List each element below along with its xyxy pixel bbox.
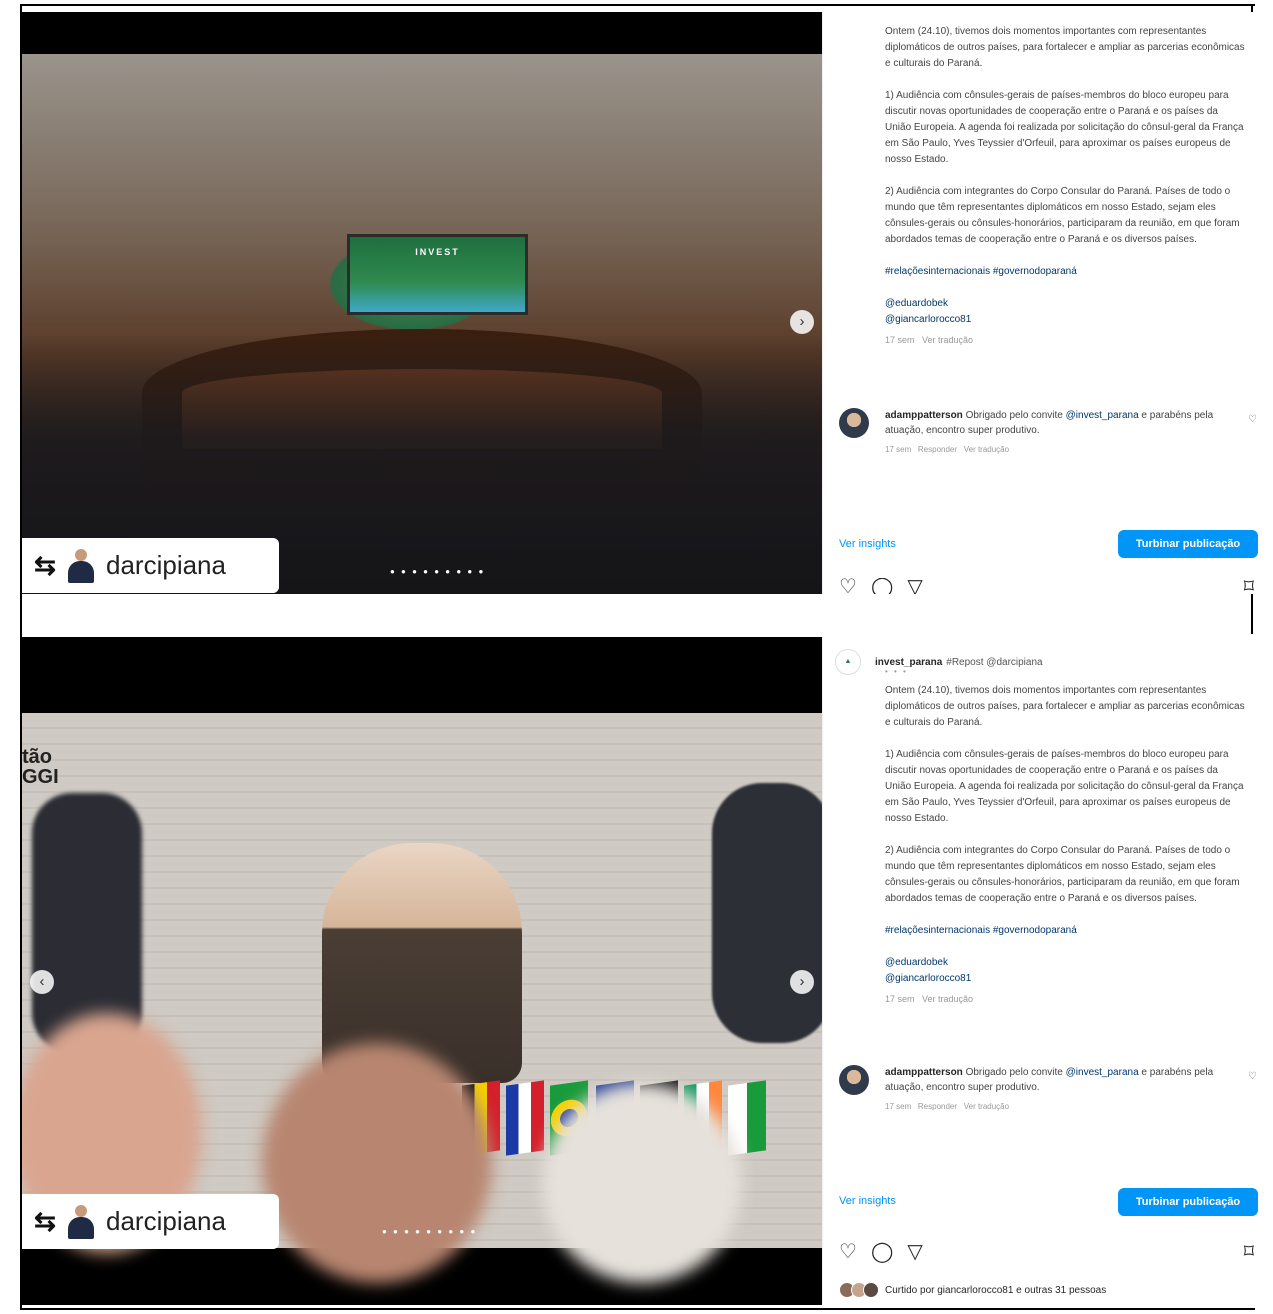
foreground-head — [542, 1083, 742, 1283]
next-arrow-icon[interactable]: › — [790, 970, 814, 994]
repost-badge[interactable]: ⇆ darcipiana — [22, 1194, 279, 1249]
next-arrow-icon[interactable]: › — [790, 310, 814, 334]
boost-button[interactable]: Turbinar publicação — [1118, 530, 1258, 558]
person-left — [32, 793, 142, 1053]
repost-badge[interactable]: ⇆ darcipiana — [22, 538, 279, 593]
caption-paragraph: Ontem (24.10), tivemos dois momentos imp… — [885, 685, 1245, 728]
boost-button[interactable]: Turbinar publicação — [1118, 1188, 1258, 1216]
comment: adamppatterson Obrigado pelo convite @in… — [839, 1065, 1259, 1114]
comment-time: 17 sem — [885, 445, 912, 454]
comment-username[interactable]: adamppatterson — [885, 1067, 963, 1078]
comment-mention[interactable]: @invest_parana — [1066, 410, 1139, 421]
repost-username[interactable]: darcipiana — [106, 550, 226, 581]
post-time: 17 sem — [885, 994, 915, 1004]
caption-meta: 17 sem Ver tradução — [885, 991, 1245, 1007]
caption-hashtags[interactable]: #relaçõesinternacionais #governodoparaná — [885, 923, 1245, 939]
repost-avatar — [68, 548, 94, 583]
action-bar: ♡ ◯ ▽ ⌑ — [839, 578, 1254, 594]
flag-france — [506, 1080, 544, 1156]
more-options-icon[interactable]: • • • — [885, 667, 908, 676]
meeting-room-photo: INVEST — [22, 54, 822, 594]
comment-icon[interactable]: ◯ — [871, 578, 893, 594]
avatar[interactable] — [839, 408, 869, 438]
carousel-dots[interactable]: ● ● ● ● ● ● ● ● ● — [382, 1227, 477, 1236]
avatar[interactable] — [839, 1065, 869, 1095]
account-logo[interactable]: ▲ — [835, 649, 861, 675]
post-time: 17 sem — [885, 335, 915, 345]
caption-paragraph: 2) Audiência com integrantes do Corpo Co… — [885, 186, 1240, 245]
instagram-post-1: INVEST › ● ● ● ● ● ● ● ● ● ⇆ darcipiana … — [22, 12, 1265, 594]
translate-link[interactable]: Ver tradução — [964, 1102, 1009, 1111]
repost-icon: ⇆ — [34, 550, 56, 580]
instagram-post-2: tão GGI ‹ › ● ● ● ● ● ● ● ● ● ⇆ darcipia — [22, 637, 1265, 1305]
wall-text: tão GGI — [22, 746, 59, 788]
post-header: ▲ invest_parana #Repost @darcipiana — [835, 649, 1043, 675]
repost-username[interactable]: darcipiana — [106, 1206, 226, 1237]
account-username[interactable]: invest_parana — [875, 657, 942, 668]
comment-time: 17 sem — [885, 1102, 912, 1111]
translate-link[interactable]: Ver tradução — [922, 994, 973, 1004]
caption-paragraph: 1) Audiência com cônsules-gerais de país… — [885, 90, 1244, 165]
mention-link[interactable]: @eduardobek — [885, 955, 1245, 971]
reply-link[interactable]: Responder — [918, 445, 957, 454]
share-icon[interactable]: ▽ — [907, 1239, 922, 1264]
share-icon[interactable]: ▽ — [907, 578, 922, 594]
presentation-screen: INVEST — [347, 234, 528, 315]
repost-icon: ⇆ — [34, 1206, 56, 1236]
bookmark-icon[interactable]: ⌑ — [1244, 1239, 1254, 1264]
caption-paragraph: 1) Audiência com cônsules-gerais de país… — [885, 749, 1244, 824]
heart-icon[interactable]: ♡ — [839, 578, 857, 594]
comment-icon[interactable]: ◯ — [871, 1239, 893, 1264]
comment-username[interactable]: adamppatterson — [885, 410, 963, 421]
comment-mention[interactable]: @invest_parana — [1066, 1067, 1139, 1078]
post-sidebar: Ontem (24.10), tivemos dois momentos imp… — [822, 12, 1266, 594]
screen-logo: INVEST — [415, 247, 460, 257]
post-media: INVEST › ● ● ● ● ● ● ● ● ● ⇆ darcipiana — [22, 12, 822, 594]
caption: Ontem (24.10), tivemos dois momentos imp… — [885, 683, 1245, 1007]
comment-heart-icon[interactable]: ♡ — [1248, 1071, 1257, 1082]
translate-link[interactable]: Ver tradução — [964, 445, 1009, 454]
caption: Ontem (24.10), tivemos dois momentos imp… — [885, 24, 1245, 348]
comment-text: Obrigado pelo convite — [965, 1067, 1063, 1078]
person-right — [712, 783, 822, 1043]
carousel-dots[interactable]: ● ● ● ● ● ● ● ● ● — [390, 567, 485, 576]
caption-hashtags[interactable]: #relaçõesinternacionais #governodoparaná — [885, 264, 1245, 280]
reply-link[interactable]: Responder — [918, 1102, 957, 1111]
caption-paragraph: 2) Audiência com integrantes do Corpo Co… — [885, 845, 1240, 904]
comment-heart-icon[interactable]: ♡ — [1248, 414, 1257, 425]
mention-link[interactable]: @giancarlorocco81 — [885, 971, 1245, 987]
repost-avatar — [68, 1204, 94, 1239]
foreground-head — [262, 1043, 492, 1283]
post-media: tão GGI ‹ › ● ● ● ● ● ● ● ● ● ⇆ darcipia — [22, 637, 822, 1305]
mention-link[interactable]: @giancarlorocco81 — [885, 312, 1245, 328]
avatar — [863, 1282, 879, 1298]
diplomats-photo: tão GGI — [22, 713, 822, 1283]
insights-link[interactable]: Ver insights — [839, 1195, 896, 1207]
caption-paragraph: Ontem (24.10), tivemos dois momentos imp… — [885, 26, 1245, 69]
comment-text: Obrigado pelo convite — [965, 410, 1063, 421]
repost-tag: #Repost @darcipiana — [946, 656, 1043, 668]
likes-summary[interactable]: Curtido por giancarlorocco81 e outras 31… — [839, 1282, 1106, 1298]
heart-icon[interactable]: ♡ — [839, 1239, 857, 1264]
mention-link[interactable]: @eduardobek — [885, 296, 1245, 312]
likes-text: Curtido por giancarlorocco81 e outras 31… — [885, 1284, 1107, 1296]
frame-border — [20, 4, 1255, 6]
comment: adamppatterson Obrigado pelo convite @in… — [839, 408, 1259, 457]
action-bar: ♡ ◯ ▽ ⌑ — [839, 1239, 1254, 1264]
bookmark-icon[interactable]: ⌑ — [1244, 578, 1254, 594]
insights-link[interactable]: Ver insights — [839, 538, 896, 550]
prev-arrow-icon[interactable]: ‹ — [30, 970, 54, 994]
post-sidebar: ▲ invest_parana #Repost @darcipiana • • … — [822, 637, 1266, 1305]
caption-meta: 17 sem Ver tradução — [885, 332, 1245, 348]
translate-link[interactable]: Ver tradução — [922, 335, 973, 345]
frame-border — [20, 1308, 1255, 1310]
